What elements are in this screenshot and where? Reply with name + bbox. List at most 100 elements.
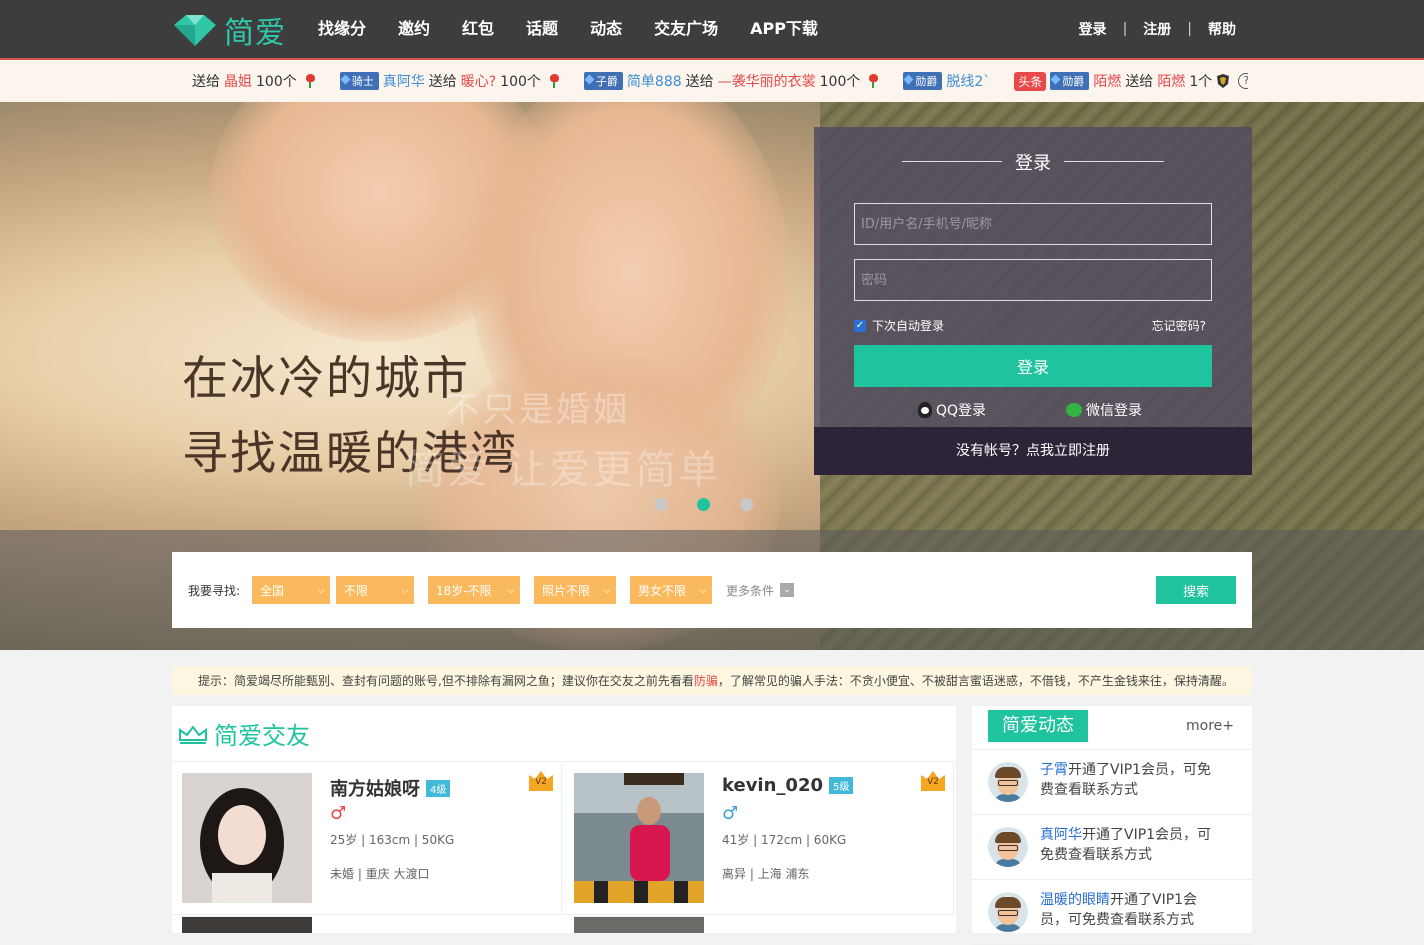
ticker-item[interactable]: 头条 勋爵 陌燃 送给 陌燃 1个 ? [1014, 71, 1248, 91]
qq-icon [918, 402, 932, 418]
profile-card[interactable]: kevin_020 5级 V2 ♂ 41岁 | 172cm | 60KG 离异 |… [564, 763, 954, 915]
profile-card[interactable]: 南方姑娘呀 4级 V2 ♂ 25岁 | 163cm | 50KG 未婚 | 重庆 … [172, 763, 562, 915]
news-user-link[interactable]: 真阿华 [1040, 827, 1082, 843]
level-badge: 5级 [829, 777, 854, 794]
expand-icon: ⌄ [780, 583, 795, 597]
avatar[interactable] [988, 762, 1028, 802]
profile-photo[interactable] [574, 773, 704, 903]
nav-item-redpacket[interactable]: 红包 [446, 0, 510, 58]
notice-text: 提示：简爱竭尽所能甄别、查封有问题的账号,但不排除有漏网之鱼；建议你在交友之前先… [198, 674, 694, 688]
more-link[interactable]: more+ [1186, 718, 1234, 734]
rank-badge: 子爵 [583, 72, 623, 90]
anti-fraud-link[interactable]: 防骗 [694, 674, 718, 688]
rank-badge: 勋爵 [903, 72, 943, 90]
hero-headline-1: 在冰冷的城市 [182, 351, 470, 405]
diamond-logo-icon [174, 15, 216, 46]
remember-me[interactable]: ✓ 下次自动登录 [854, 317, 944, 334]
chevron-down-icon: ⌵ [603, 584, 611, 596]
qq-login-label: QQ登录 [936, 403, 987, 419]
select-value: 全国 [260, 583, 285, 598]
ticker-item[interactable]: 勋爵 脱线2` [903, 71, 990, 91]
hero-watermark-2: 简爱 让爱更简单 [405, 447, 722, 493]
profile-name[interactable]: 南方姑娘呀 4级 [330, 775, 451, 801]
profile-name[interactable]: kevin_020 5级 [722, 775, 854, 796]
news-title: 简爱动态 [988, 710, 1088, 742]
profile-photo-partial[interactable] [574, 916, 704, 933]
news-user-link[interactable]: 子霄 [1040, 762, 1068, 778]
chevron-down-icon: ⌵ [401, 584, 409, 596]
nav-item-feed[interactable]: 动态 [574, 0, 638, 58]
ticker-verb: 送给 [685, 74, 714, 90]
profile-photo-partial[interactable] [182, 916, 312, 933]
news-panel: 简爱动态 more+ 子霄开通了VIP1会员，可免费查看联系方式 真阿华开通了V… [972, 706, 1252, 945]
safety-notice: 提示：简爱竭尽所能甄别、查封有问题的账号,但不排除有漏网之鱼；建议你在交友之前先… [172, 667, 1252, 695]
ticker-amount: 100个 [500, 74, 541, 90]
ticker-recipient: 陌燃 [1157, 74, 1186, 90]
news-user-link[interactable]: 温暖的眼睛 [1040, 892, 1110, 908]
condition-select[interactable]: 不限 ⌵ [336, 576, 415, 604]
nav-separator: | [1187, 21, 1192, 37]
notice-text: ，了解常见的骗人手法：不贪小便宜、不被甜言蜜语迷惑，不借钱，不产生金钱来往，保持… [717, 674, 1234, 688]
chevron-down-icon: ⌵ [699, 584, 707, 596]
username-input[interactable] [854, 203, 1212, 245]
nav-item-match[interactable]: 找缘分 [302, 0, 382, 58]
login-button[interactable]: 登录 [854, 345, 1212, 387]
nav-item-invite[interactable]: 邀约 [382, 0, 446, 58]
headline-tag: 头条 [1014, 71, 1047, 91]
forgot-password-link[interactable]: 忘记密码? [1152, 317, 1206, 334]
select-value: 照片不限 [542, 583, 591, 598]
login-link[interactable]: 登录 [1079, 19, 1107, 39]
help-link[interactable]: 帮助 [1208, 19, 1236, 39]
ticker-item[interactable]: 骑士 真阿华 送给 暖心? 100个 [339, 71, 560, 91]
photo-select[interactable]: 照片不限 ⌵ [534, 576, 617, 604]
password-input[interactable] [854, 259, 1212, 301]
profile-status: 离异 | 上海 浦东 [722, 867, 810, 881]
user-nav: 登录 | 注册 | 帮助 [1079, 0, 1236, 58]
nav-item-app-download[interactable]: APP下载 [734, 0, 834, 58]
qq-login-button[interactable]: QQ登录 [918, 400, 986, 420]
gender-select[interactable]: 男女不限 ⌵ [630, 576, 713, 604]
register-now-link[interactable]: 没有帐号？点我立即注册 [814, 427, 1252, 475]
news-item[interactable]: 子霄开通了VIP1会员，可免费查看联系方式 [972, 750, 1252, 815]
more-conditions-toggle[interactable]: 更多条件 ⌄ [726, 582, 795, 599]
ticker-item[interactable]: 子爵 简单888 送给 —袭华丽的衣裳 100个 [583, 71, 879, 91]
nav-item-plaza[interactable]: 交友广场 [638, 0, 734, 58]
gift-ticker: 送给 晶姐 100个 骑士 真阿华 送给 暖心? 100个 子爵 简单888 送… [0, 58, 1424, 102]
nav-item-topics[interactable]: 话题 [510, 0, 574, 58]
help-circle-icon[interactable]: ? [1238, 73, 1248, 89]
select-value: 18岁-不限 [436, 583, 492, 598]
nav-separator: | [1122, 21, 1128, 37]
flower-icon [548, 74, 560, 88]
vip-crown-icon: V2 [529, 771, 553, 791]
ticker-item[interactable]: 送给 晶姐 100个 [188, 71, 316, 91]
brand-name: 简爱 [224, 16, 286, 51]
news-item[interactable]: 温暖的眼睛开通了VIP1会员，可免费查看联系方式 [972, 880, 1252, 945]
age-select[interactable]: 18岁-不限 ⌵ [428, 576, 521, 604]
region-select[interactable]: 全国 ⌵ [252, 576, 331, 604]
ticker-recipient: 晶姐 [224, 74, 252, 90]
ticker-amount: 1个 [1189, 74, 1213, 90]
register-link[interactable]: 注册 [1143, 19, 1171, 39]
ticker-sender: 简单888 [626, 74, 682, 90]
carousel-dot[interactable] [740, 498, 753, 511]
divider [1064, 161, 1164, 162]
search-button[interactable]: 搜索 [1156, 576, 1236, 604]
profile-photo[interactable] [182, 773, 312, 903]
logo[interactable]: 简爱 [172, 10, 286, 51]
chevron-down-icon: ⌵ [507, 584, 515, 596]
friends-header: 简爱交友 [172, 706, 956, 762]
vip-crown-icon: V2 [921, 771, 945, 791]
carousel-dot-active[interactable] [697, 498, 710, 511]
flower-icon [867, 74, 879, 88]
ticker-amount: 100个 [256, 74, 297, 90]
login-panel: 登录 ✓ 下次自动登录 忘记密码? 登录 QQ登录 微信登录 没有帐号？点我立即… [814, 127, 1252, 475]
news-item[interactable]: 真阿华开通了VIP1会员，可免费查看联系方式 [972, 815, 1252, 880]
carousel-dot[interactable] [654, 498, 667, 511]
checkbox-checked-icon[interactable]: ✓ [854, 319, 866, 332]
main-nav: 找缘分 邀约 红包 话题 动态 交友广场 APP下载 [302, 0, 834, 58]
ticker-amount: 100个 [819, 74, 861, 90]
avatar[interactable] [988, 827, 1028, 867]
avatar[interactable] [988, 892, 1028, 932]
wechat-login-button[interactable]: 微信登录 [1066, 400, 1142, 420]
level-badge: 4级 [426, 779, 451, 797]
